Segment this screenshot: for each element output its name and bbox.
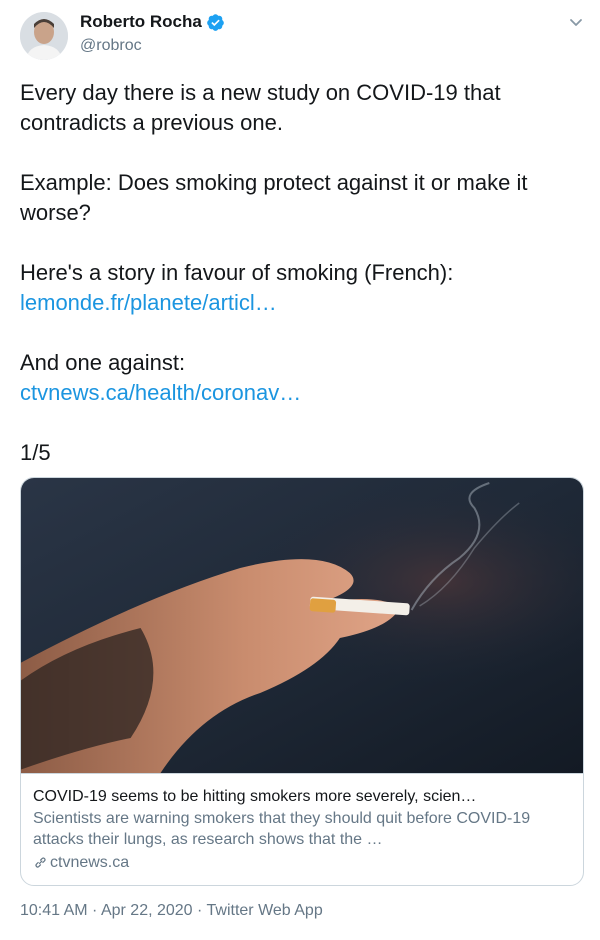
tweet-source[interactable]: Twitter Web App [207, 902, 323, 919]
link-icon [35, 857, 46, 868]
card-domain-row: ctvnews.ca [33, 852, 571, 873]
link-card[interactable]: COVID-19 seems to be hitting smokers mor… [20, 477, 584, 886]
card-description: Scientists are warning smokers that they… [33, 810, 531, 848]
card-image [21, 478, 583, 773]
card-domain: ctvnews.ca [50, 854, 130, 871]
meta-separator: · [192, 902, 207, 919]
meta-separator: · [87, 902, 101, 919]
favour-text: Here's a story in favour of smoking (Fre… [20, 260, 454, 285]
author-name[interactable]: Roberto Rocha [80, 12, 202, 32]
favour-link[interactable]: lemonde.fr/planete/articl… [20, 288, 580, 318]
favour-paragraph: Here's a story in favour of smoking (Fre… [20, 258, 580, 318]
tweet-paragraph: Example: Does smoking protect against it… [20, 170, 528, 225]
tweet-text: Every day there is a new study on COVID-… [20, 78, 580, 498]
card-body: COVID-19 seems to be hitting smokers mor… [21, 773, 583, 885]
thread-count: 1/5 [20, 440, 51, 465]
chevron-down-icon[interactable] [568, 14, 584, 30]
verified-badge-icon [207, 13, 224, 31]
against-paragraph: And one against: ctvnews.ca/health/coron… [20, 348, 580, 408]
card-title: COVID-19 seems to be hitting smokers mor… [33, 788, 477, 805]
avatar[interactable] [20, 12, 68, 60]
tweet-meta: 10:41 AM · Apr 22, 2020 · Twitter Web Ap… [20, 902, 323, 920]
tweet-date[interactable]: Apr 22, 2020 [101, 902, 193, 919]
author-row: Roberto Rocha [80, 12, 225, 32]
against-link[interactable]: ctvnews.ca/health/coronav… [20, 378, 580, 408]
tweet-paragraph: Every day there is a new study on COVID-… [20, 80, 501, 135]
author-handle[interactable]: @robroc [80, 37, 142, 55]
tweet-time[interactable]: 10:41 AM [20, 902, 88, 919]
against-text: And one against: [20, 350, 186, 375]
avatar-image [20, 12, 68, 60]
